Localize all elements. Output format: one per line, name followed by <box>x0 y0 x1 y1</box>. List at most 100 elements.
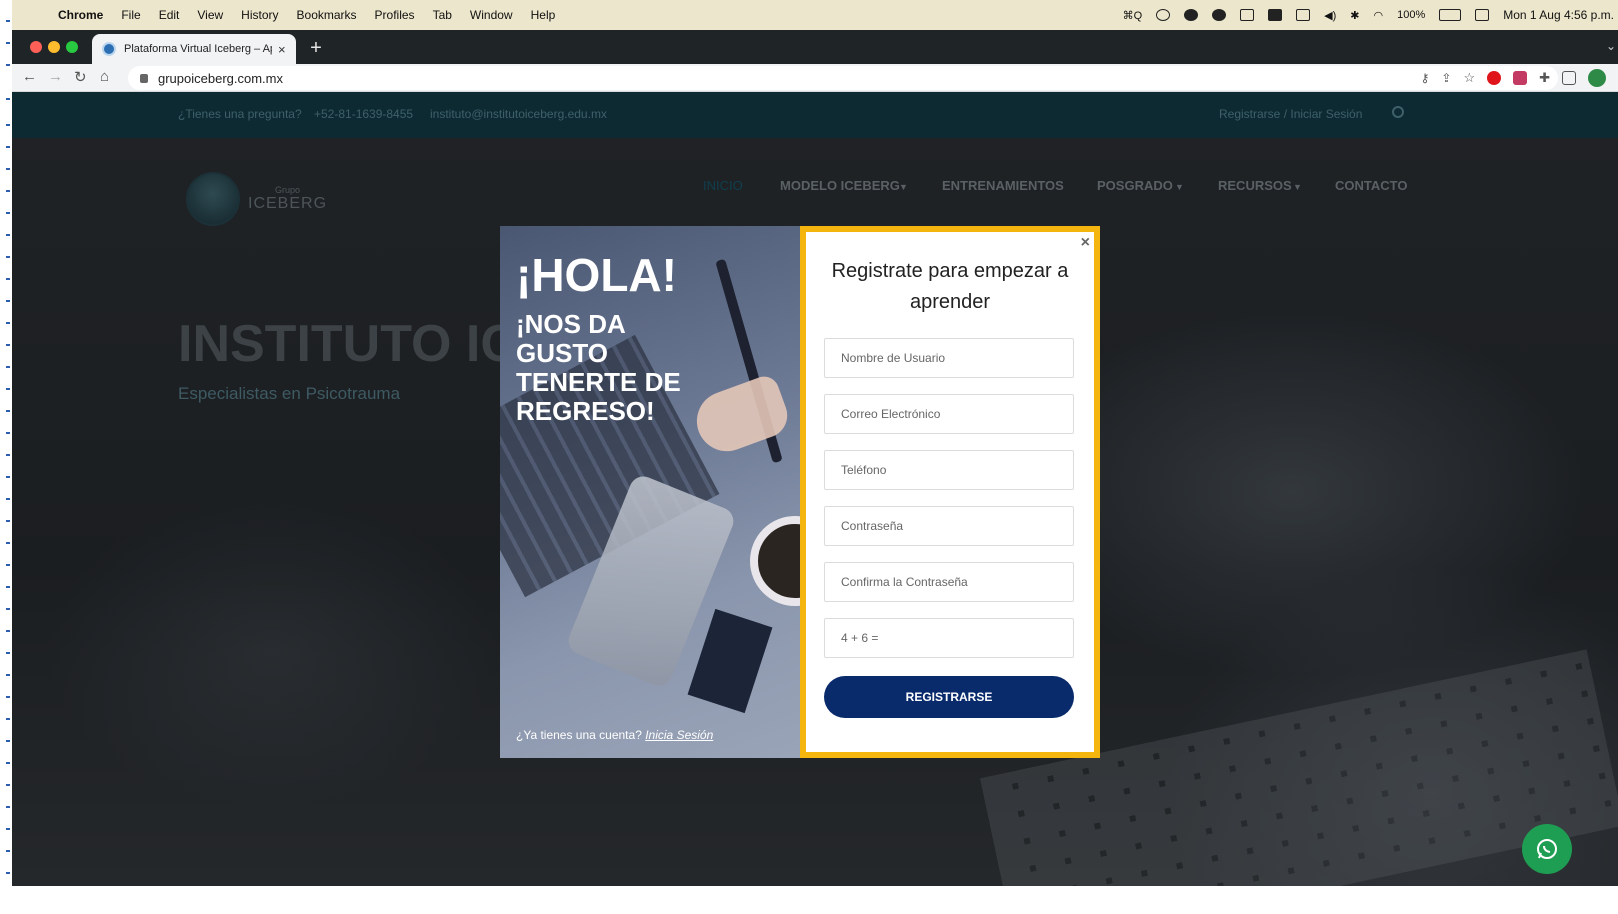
status-area: ⌘Q ◀︎) ✱ ◠ 100% Mon 1 Aug 4:56 p.m. <box>1123 0 1614 30</box>
clock[interactable]: Mon 1 Aug 4:56 p.m. <box>1503 8 1614 22</box>
grid-app-icon[interactable] <box>1268 9 1283 21</box>
menu-app-chrome[interactable]: Chrome <box>58 8 103 22</box>
back-arrow-icon[interactable]: ← <box>22 68 37 85</box>
phone-placeholder: Teléfono <box>841 463 887 477</box>
topbar-phone[interactable]: +52-81-1639-8455 <box>314 107 413 121</box>
modal-image-panel: ¡HOLA! ¡NOS DA GUSTO TENERTE DE REGRESO!… <box>500 226 800 758</box>
bluetooth-icon[interactable]: ✱ <box>1350 9 1359 22</box>
left-edge-strip <box>0 0 12 914</box>
register-form-panel: × Registrate para empezar a aprender Nom… <box>800 226 1100 758</box>
site-logo[interactable]: Grupo ICEBERG <box>186 172 327 226</box>
star-icon[interactable]: ☆ <box>1463 70 1475 86</box>
menu-bookmarks[interactable]: Bookmarks <box>297 8 357 22</box>
nav-recursos[interactable]: RECURSOS <box>1218 178 1292 193</box>
username-field[interactable]: Nombre de Usuario <box>824 338 1074 378</box>
profile-avatar[interactable] <box>1588 69 1606 87</box>
volume-icon[interactable]: ◀︎) <box>1324 9 1336 22</box>
maximize-window-button[interactable] <box>66 41 78 53</box>
hero-title: INSTITUTO IC <box>178 315 518 373</box>
close-icon[interactable]: × <box>1081 234 1090 252</box>
hola-heading: ¡HOLA! <box>516 249 677 301</box>
nav-inicio[interactable]: INICIO <box>703 178 743 193</box>
lock-icon[interactable] <box>140 73 148 83</box>
nav-posgrado-chevron-icon[interactable]: ▼ <box>1175 182 1184 192</box>
phone-field[interactable]: Teléfono <box>824 450 1074 490</box>
forward-arrow-icon[interactable]: → <box>48 68 63 85</box>
register-modal: ¡HOLA! ¡NOS DA GUSTO TENERTE DE REGRESO!… <box>500 226 1100 758</box>
site-topbar: ¿Tienes una pregunta? +52-81-1639-8455 i… <box>12 92 1618 138</box>
address-bar[interactable]: grupoiceberg.com.mx <box>128 66 1558 90</box>
shortcut-text[interactable]: ⌘Q <box>1123 9 1143 22</box>
share-icon[interactable]: ⇪ <box>1441 71 1451 85</box>
tab-search-chevron-icon[interactable]: ⌄ <box>1606 39 1616 53</box>
battery-percent: 100% <box>1397 9 1426 21</box>
logo-emblem-icon <box>186 172 240 226</box>
form-title: Registrate para empezar a aprender <box>831 260 1069 313</box>
confirm-password-placeholder: Confirma la Contraseña <box>841 575 968 589</box>
memory-icon[interactable] <box>1296 9 1311 21</box>
key-icon[interactable]: ⚷ <box>1421 71 1430 85</box>
hero-subtitle: Especialistas en Psicotrauma <box>178 384 401 403</box>
nav-recursos-chevron-icon[interactable]: ▼ <box>1293 182 1302 192</box>
tab-close-icon[interactable]: × <box>278 42 286 57</box>
puzzle-icon[interactable]: ✚ <box>1539 70 1550 86</box>
mouse-icon[interactable] <box>1156 9 1171 21</box>
menu-tab[interactable]: Tab <box>433 8 452 22</box>
opera-extension-icon[interactable] <box>1487 71 1502 85</box>
topbar-question: ¿Tienes una pregunta? <box>178 107 302 121</box>
card-photo <box>687 608 773 714</box>
home-icon[interactable]: ⌂ <box>100 68 109 85</box>
extensions-area: ⚷ ⇪ ☆ ✚ <box>1421 69 1606 87</box>
search-icon[interactable] <box>1392 106 1404 118</box>
email-placeholder: Correo Electrónico <box>841 407 941 421</box>
coffee-cup-photo <box>750 516 800 606</box>
login-link[interactable]: Inicia Sesión <box>645 728 713 742</box>
password-placeholder: Contraseña <box>841 519 904 533</box>
menu-help[interactable]: Help <box>531 8 556 22</box>
new-tab-button[interactable]: + <box>304 36 328 60</box>
logo-text: Grupo ICEBERG <box>248 185 328 212</box>
email-field[interactable]: Correo Electrónico <box>824 394 1074 434</box>
nav-contacto[interactable]: CONTACTO <box>1335 178 1407 193</box>
flag-extension-icon[interactable] <box>1513 71 1528 85</box>
nav-modelo-chevron-icon[interactable]: ▼ <box>899 182 908 192</box>
nav-posgrado[interactable]: POSGRADO <box>1097 178 1173 193</box>
minimize-window-button[interactable] <box>48 41 60 53</box>
drive-icon[interactable] <box>1240 9 1255 21</box>
menu-profiles[interactable]: Profiles <box>375 8 415 22</box>
browser-toolbar: ← → ↻ ⌂ grupoiceberg.com.mx ⚷ ⇪ ☆ ✚ <box>12 64 1618 92</box>
menu-history[interactable]: History <box>241 8 278 22</box>
captcha-field[interactable]: 4 + 6 = <box>824 618 1074 658</box>
macos-menubar: Chrome File Edit View History Bookmarks … <box>12 0 1618 30</box>
menu-window[interactable]: Window <box>470 8 513 22</box>
whatsapp-button[interactable] <box>1522 824 1572 874</box>
have-account-row: ¿Ya tienes una cuenta? Inicia Sesión <box>516 728 713 742</box>
cloud-icon[interactable] <box>1212 9 1227 21</box>
username-placeholder: Nombre de Usuario <box>841 351 946 365</box>
reload-icon[interactable]: ↻ <box>74 68 87 86</box>
menu-view[interactable]: View <box>197 8 223 22</box>
nav-entrenamientos[interactable]: ENTRENAMIENTOS <box>942 178 1064 193</box>
vpn-icon[interactable] <box>1184 9 1199 21</box>
control-center-icon[interactable] <box>1475 9 1490 21</box>
url-text[interactable]: grupoiceberg.com.mx <box>158 71 283 86</box>
bottom-strip <box>12 886 1618 914</box>
menu-file[interactable]: File <box>121 8 140 22</box>
browser-tabbar: Plataforma Virtual Iceberg – Ap × + ⌄ <box>12 30 1618 64</box>
wifi-icon[interactable]: ◠ <box>1374 9 1384 22</box>
topbar-login-link[interactable]: Registrarse / Iniciar Sesión <box>1219 107 1362 121</box>
whatsapp-icon <box>1537 839 1557 859</box>
close-window-button[interactable] <box>30 41 42 53</box>
battery-icon[interactable] <box>1439 9 1462 21</box>
website: ¿Tienes una pregunta? +52-81-1639-8455 i… <box>12 92 1618 886</box>
nav-modelo-iceberg[interactable]: MODELO ICEBERG <box>780 178 900 193</box>
register-button[interactable]: REGISTRARSE <box>824 676 1074 718</box>
screen: Chrome File Edit View History Bookmarks … <box>0 0 1618 914</box>
password-field[interactable]: Contraseña <box>824 506 1074 546</box>
have-account-text: ¿Ya tienes una cuenta? <box>516 728 642 742</box>
topbar-email[interactable]: instituto@institutoiceberg.edu.mx <box>430 107 607 121</box>
sidepanel-icon[interactable] <box>1562 71 1576 85</box>
confirm-password-field[interactable]: Confirma la Contraseña <box>824 562 1074 602</box>
menu-edit[interactable]: Edit <box>159 8 180 22</box>
browser-tab-active[interactable]: Plataforma Virtual Iceberg – Ap × <box>92 34 296 64</box>
